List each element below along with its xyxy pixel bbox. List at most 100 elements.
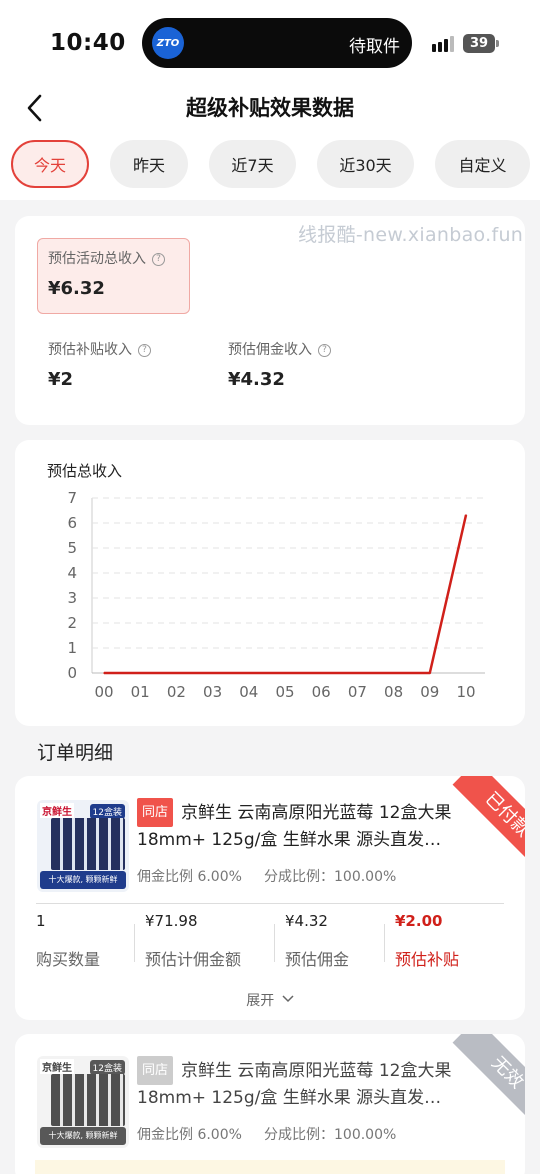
date-range-tabs: 今天 昨天 近7天 近30天 自定义 xyxy=(0,132,540,200)
x-tick-label: 06 xyxy=(312,683,331,701)
nav-bar: 超级补贴效果数据 xyxy=(0,88,540,132)
commission-base-label: 预估计佣金额 xyxy=(145,950,242,969)
divider xyxy=(274,924,275,962)
y-tick-label: 5 xyxy=(67,539,77,557)
thumb-banner: 十大爆款, 颗颗新鲜 xyxy=(40,871,126,889)
data-point xyxy=(248,672,250,674)
product-title[interactable]: 同店 京鲜生 云南高原阳光蓝莓 12盒大果18mm+ 125g/盒 生鲜水果 源头… xyxy=(137,798,459,852)
status-ribbon: 无效 xyxy=(437,1034,525,1122)
signal-icon xyxy=(432,36,458,52)
y-tick-label: 2 xyxy=(67,614,77,632)
tab-today[interactable]: 今天 xyxy=(11,140,89,188)
y-tick-label: 0 xyxy=(67,664,77,682)
x-tick-label: 00 xyxy=(94,683,113,701)
help-icon[interactable]: ? xyxy=(152,253,165,266)
tab-custom[interactable]: 自定义 xyxy=(435,140,530,188)
series-line xyxy=(104,514,468,675)
divider xyxy=(134,924,135,962)
y-tick-label: 6 xyxy=(67,514,77,532)
data-point xyxy=(175,672,178,674)
data-point xyxy=(284,672,286,674)
data-point xyxy=(211,672,214,674)
product-title-text: 京鲜生 云南高原阳光蓝莓 12盒大果18mm+ 125g/盒 生鲜水果 源头直发… xyxy=(137,803,452,850)
status-ribbon: 已付款 xyxy=(437,776,525,864)
data-point xyxy=(356,672,359,674)
x-tick-label: 07 xyxy=(348,683,367,701)
chevron-down-icon xyxy=(282,995,294,1003)
commission-income-label: 预估佣金收入? xyxy=(228,339,331,359)
x-tick-label: 04 xyxy=(239,683,258,701)
data-point xyxy=(139,672,141,674)
product-title-text: 京鲜生 云南高原阳光蓝莓 12盒大果18mm+ 125g/盒 生鲜水果 源头直发… xyxy=(137,1061,452,1108)
total-income-label: 预估活动总收入? xyxy=(48,248,165,268)
blueberry-boxes-image xyxy=(51,1074,125,1126)
commission-base-value: ¥71.98 xyxy=(145,912,198,930)
store-tag: 同店 xyxy=(137,1056,174,1085)
blueberry-boxes-image xyxy=(51,818,125,870)
est-subsidy-value: ¥2.00 xyxy=(395,912,443,930)
data-point xyxy=(103,672,105,674)
help-icon[interactable]: ? xyxy=(138,344,151,357)
x-tick-label: 09 xyxy=(420,683,439,701)
thumb-banner: 十大爆款, 颗颗新鲜 xyxy=(40,1127,126,1145)
battery-icon: 39 xyxy=(463,34,495,53)
income-line-chart: 0123456700 01 02 03 04 05 06 07 08 09 10 xyxy=(67,489,485,701)
tab-7-days[interactable]: 近7天 xyxy=(209,140,296,188)
x-tick-label: 02 xyxy=(167,683,186,701)
thumb-badge: 12盒装 xyxy=(89,804,125,819)
expand-label: 展开 xyxy=(246,993,275,1009)
income-chart-card: 预估总收入 0 1 2 3 4 5 6 7 00 01 02 03 04 05 06 07 08 09 10 xyxy=(15,440,525,726)
tab-30-days[interactable]: 近30天 xyxy=(317,140,414,188)
zto-logo-icon: ZTO xyxy=(152,27,184,59)
status-badge: 无效 xyxy=(452,1034,525,1122)
order-card[interactable]: 京鲜生 12盒装 十大爆款, 颗颗新鲜 同店 京鲜生 云南高原阳光蓝莓 12盒大果… xyxy=(15,1034,525,1174)
x-tick-label: 05 xyxy=(275,683,294,701)
income-summary-card: 预估活动总收入? ¥6.32 预估补贴收入? ¥2 预估佣金收入? ¥4.32 xyxy=(15,216,525,425)
page-title: 超级补贴效果数据 xyxy=(186,96,354,120)
commission-rate: 佣金比例 6.00% xyxy=(137,1127,242,1143)
product-thumbnail: 京鲜生 12盒装 十大爆款, 颗颗新鲜 xyxy=(37,800,129,892)
thumb-brand: 京鲜生 xyxy=(40,1059,74,1074)
divider xyxy=(384,924,385,962)
battery-tip xyxy=(496,40,499,47)
data-point xyxy=(429,672,431,674)
divider xyxy=(36,903,504,904)
status-time: 10:40 xyxy=(50,30,126,56)
data-point xyxy=(465,514,467,516)
share-rate: 分成比例：100.00% xyxy=(264,1127,397,1143)
subsidy-income-value: ¥2 xyxy=(48,369,74,390)
est-commission-label: 预估佣金 xyxy=(285,950,350,969)
tab-yesterday[interactable]: 昨天 xyxy=(110,140,188,188)
y-tick-label: 4 xyxy=(67,564,77,582)
watermark: 线报酷-new.xianbao.fun xyxy=(298,224,524,246)
quantity-label: 购买数量 xyxy=(36,950,101,969)
thumb-brand: 京鲜生 xyxy=(40,803,74,818)
y-tick-label: 7 xyxy=(67,489,77,507)
est-subsidy-label: 预估补贴 xyxy=(395,950,460,969)
notice-strip xyxy=(35,1160,505,1174)
y-tick-label: 1 xyxy=(67,639,77,657)
x-tick-label: 01 xyxy=(131,683,150,701)
quantity-value: 1 xyxy=(36,912,46,930)
est-commission-value: ¥4.32 xyxy=(285,912,328,930)
thumb-badge: 12盒装 xyxy=(89,1060,125,1075)
dynamic-island[interactable]: ZTO 待取件 xyxy=(142,18,412,68)
x-tick-label: 03 xyxy=(203,683,222,701)
expand-button[interactable]: 展开 xyxy=(15,990,525,1010)
total-income-value: ¥6.32 xyxy=(48,278,105,299)
y-tick-label: 3 xyxy=(67,589,77,607)
order-card[interactable]: 京鲜生 12盒装 十大爆款, 颗颗新鲜 同店 京鲜生 云南高原阳光蓝莓 12盒大果… xyxy=(15,776,525,1020)
share-rate: 分成比例：100.00% xyxy=(264,869,397,885)
x-tick-label: 08 xyxy=(384,683,403,701)
product-thumbnail: 京鲜生 12盒装 十大爆款, 颗颗新鲜 xyxy=(37,1056,129,1148)
status-bar: 10:40 ZTO 待取件 39 xyxy=(0,0,540,88)
product-title[interactable]: 同店 京鲜生 云南高原阳光蓝莓 12盒大果18mm+ 125g/盒 生鲜水果 源头… xyxy=(137,1056,459,1110)
x-tick-label: 10 xyxy=(456,683,475,701)
commission-income-value: ¥4.32 xyxy=(228,369,285,390)
help-icon[interactable]: ? xyxy=(318,344,331,357)
subsidy-income-label: 预估补贴收入? xyxy=(48,339,151,359)
data-point xyxy=(320,672,323,674)
status-badge: 已付款 xyxy=(452,776,525,864)
island-text: 待取件 xyxy=(349,37,400,57)
store-tag: 同店 xyxy=(137,798,174,827)
